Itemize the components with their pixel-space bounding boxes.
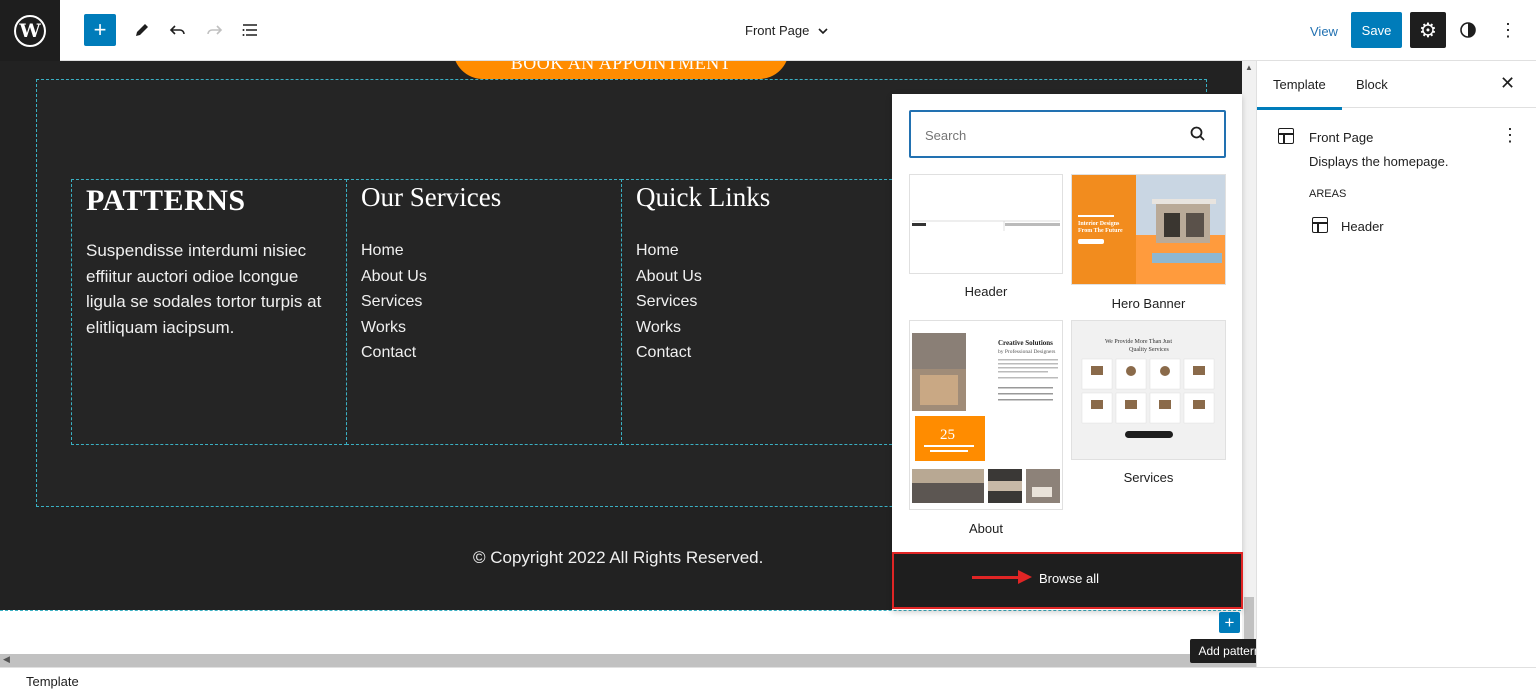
browse-all-button[interactable]: Browse all: [892, 552, 1243, 609]
settings-sidebar: Template Block ✕ Front Page ⋮ Displays t…: [1256, 61, 1536, 667]
annotation-arrow: [972, 576, 1022, 579]
redo-icon: [207, 25, 223, 35]
close-icon[interactable]: ✕: [1500, 73, 1515, 94]
quick-link[interactable]: About Us: [636, 264, 882, 290]
quick-link[interactable]: Services: [636, 289, 882, 315]
appointment-button[interactable]: BOOK AN APPOINTMENT: [453, 61, 789, 79]
pattern-search-input[interactable]: Search: [909, 110, 1226, 158]
area-header-label: Header: [1341, 219, 1384, 234]
hero-banner-preview-image: Interior Designs From The Future: [1072, 175, 1225, 284]
pattern-about-label[interactable]: About: [909, 521, 1063, 536]
gear-icon: ⚙: [1419, 19, 1437, 42]
horizontal-scrollbar[interactable]: ◀: [0, 654, 1256, 667]
svg-text:25: 25: [940, 427, 955, 443]
more-vertical-icon: ⋮: [1499, 19, 1517, 40]
services-link[interactable]: Services: [361, 289, 607, 315]
document-title: Front Page: [745, 23, 810, 38]
canvas-empty-area[interactable]: [0, 610, 1256, 654]
wordpress-icon: W: [14, 14, 46, 47]
chevron-down-icon: [818, 27, 828, 34]
layout-icon: [1278, 128, 1294, 144]
quick-link[interactable]: Contact: [636, 340, 882, 366]
svg-text:by Professional Designers: by Professional Designers: [998, 348, 1055, 355]
document-title-dropdown[interactable]: Front Page: [745, 23, 829, 38]
quick-links-heading: Quick Links: [636, 182, 771, 212]
svg-text:From The Future: From The Future: [1078, 228, 1123, 234]
editor-top-bar: W + Front Page View Save ⚙ ⋮: [0, 0, 1536, 61]
areas-heading: AREAS: [1309, 188, 1347, 200]
vertical-scrollbar[interactable]: ▲: [1242, 61, 1256, 657]
template-description: Displays the homepage.: [1309, 154, 1449, 169]
pencil-icon: [136, 24, 148, 36]
services-link[interactable]: Contact: [361, 340, 607, 366]
view-link[interactable]: View: [1310, 24, 1338, 39]
area-header-item[interactable]: Header: [1312, 217, 1512, 241]
undo-button[interactable]: [162, 14, 194, 46]
footer-description: Suspendisse interdumi nisiec effiitur au…: [86, 241, 322, 337]
pattern-services-label[interactable]: Services: [1071, 470, 1226, 485]
contrast-icon: [1460, 22, 1476, 38]
about-preview-image: 25 Creative Solutions by Professional De…: [912, 333, 1060, 503]
tools-button[interactable]: [126, 14, 158, 46]
pattern-header-thumbnail[interactable]: [909, 174, 1063, 274]
add-block-button[interactable]: +: [84, 14, 116, 46]
template-name: Front Page: [1309, 130, 1374, 145]
options-button[interactable]: ⋮: [1492, 14, 1524, 46]
browse-all-label: Browse all: [1039, 571, 1099, 586]
svg-text:We Provide More Than Just: We Provide More Than Just: [1105, 339, 1172, 345]
services-heading: Our Services: [361, 182, 502, 212]
list-view-button[interactable]: [234, 14, 266, 46]
settings-button[interactable]: ⚙: [1410, 12, 1446, 48]
search-icon: [1190, 126, 1205, 141]
pattern-about-thumbnail[interactable]: 25 Creative Solutions by Professional De…: [909, 320, 1063, 510]
patterns-popover: Search Header Interior Designs From The …: [892, 94, 1242, 610]
tab-template[interactable]: Template: [1257, 77, 1342, 110]
svg-text:Interior Designs: Interior Designs: [1078, 221, 1120, 227]
footer-brand: PATTERNS: [86, 184, 246, 217]
services-preview-image: We Provide More Than Just Quality Servic…: [1081, 339, 1215, 438]
sidebar-tabs: Template Block ✕: [1257, 61, 1536, 110]
annotation-arrow-head: [1018, 570, 1032, 584]
plus-icon: +: [93, 17, 107, 42]
styles-button[interactable]: [1452, 14, 1484, 46]
pattern-header-label[interactable]: Header: [909, 284, 1063, 299]
footer-column-brand[interactable]: PATTERNS Suspendisse interdumi nisiec ef…: [71, 179, 347, 445]
pattern-services-thumbnail[interactable]: We Provide More Than Just Quality Servic…: [1071, 320, 1226, 460]
services-link[interactable]: Works: [361, 315, 607, 341]
copyright-text: © Copyright 2022 All Rights Reserved.: [473, 548, 764, 567]
header-area-icon: [1312, 217, 1328, 233]
footer-column-services[interactable]: Our Services Home About Us Services Work…: [346, 179, 622, 445]
footer-column-quick-links[interactable]: Quick Links Home About Us Services Works…: [621, 179, 897, 445]
quick-link[interactable]: Works: [636, 315, 882, 341]
redo-button[interactable]: [198, 14, 230, 46]
plus-icon: +: [1224, 612, 1235, 632]
pattern-hero-banner-thumbnail[interactable]: Interior Designs From The Future: [1071, 174, 1226, 285]
services-link[interactable]: Home: [361, 238, 607, 264]
scroll-left-icon[interactable]: ◀: [3, 654, 10, 665]
tab-block[interactable]: Block: [1356, 77, 1388, 92]
svg-text:Creative Solutions: Creative Solutions: [998, 339, 1053, 347]
services-link[interactable]: About Us: [361, 264, 607, 290]
undo-icon: [169, 25, 185, 35]
block-breadcrumb-bar: Template: [0, 667, 1536, 692]
list-view-icon: [242, 24, 257, 36]
svg-text:Quality Services: Quality Services: [1129, 347, 1169, 353]
save-button[interactable]: Save: [1351, 12, 1402, 48]
scroll-up-icon[interactable]: ▲: [1245, 63, 1253, 72]
add-pattern-button[interactable]: +: [1219, 612, 1240, 633]
more-vertical-icon[interactable]: ⋮: [1501, 125, 1519, 146]
search-placeholder: Search: [925, 128, 967, 143]
wordpress-logo-button[interactable]: W: [0, 0, 60, 61]
pattern-hero-banner-label[interactable]: Hero Banner: [1071, 296, 1226, 311]
quick-link[interactable]: Home: [636, 238, 882, 264]
header-preview-image: [912, 220, 1060, 231]
breadcrumb-template[interactable]: Template: [26, 674, 79, 689]
